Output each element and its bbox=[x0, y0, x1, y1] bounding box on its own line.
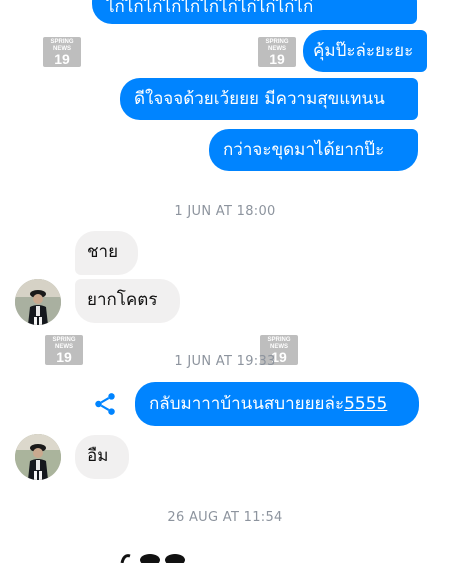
message-text: ไก่ไก่ไก่ไก่ไก่ไก่ไก่ไก่ไก่ไก่ไก่ bbox=[106, 0, 314, 17]
message-text: ยากโคตร bbox=[87, 290, 158, 310]
spring-news-watermark: SPRING NEWS 19 bbox=[258, 37, 296, 67]
message-bubble-outgoing-link[interactable]: กลับมาาาบ้านนสบายยยล่ะ5555 bbox=[135, 382, 419, 426]
timestamp: 26 AUG AT 11:54 bbox=[167, 510, 283, 525]
message-bubble-incoming[interactable]: อืม bbox=[75, 435, 129, 479]
message-text: ชาย bbox=[87, 242, 119, 262]
message-text: กว่าจะขุดมาได้ยากป๊ะ bbox=[223, 140, 385, 160]
spring-news-watermark: SPRING NEWS 19 bbox=[43, 37, 81, 67]
message-bubble-outgoing[interactable]: กว่าจะขุดมาได้ยากป๊ะ bbox=[209, 129, 418, 171]
message-link[interactable]: 5555 bbox=[344, 394, 387, 414]
message-text: คุ้มป๊ะล่ะยะยะ bbox=[313, 41, 414, 61]
share-icon[interactable] bbox=[92, 391, 118, 417]
avatar-photo bbox=[15, 279, 61, 325]
message-text: ดีใจจจด้วยเว้ยยย มีความสุขแทนน bbox=[134, 89, 385, 109]
message-bubble-incoming[interactable]: ชาย bbox=[75, 231, 138, 275]
message-text: กลับมาาาบ้านนสบายยยล่ะ bbox=[149, 394, 345, 414]
contact-avatar[interactable] bbox=[15, 279, 61, 325]
avatar-photo bbox=[15, 434, 61, 480]
timestamp: 1 JUN AT 18:00 bbox=[174, 204, 276, 219]
sticker-partial[interactable] bbox=[120, 548, 190, 563]
message-bubble-outgoing[interactable]: ดีใจจจด้วยเว้ยยย มีความสุขแทนน bbox=[120, 78, 418, 120]
message-bubble-outgoing[interactable]: คุ้มป๊ะล่ะยะยะ bbox=[303, 30, 428, 72]
message-bubble-incoming[interactable]: ยากโคตร bbox=[75, 279, 180, 323]
message-text: อืม bbox=[87, 446, 109, 466]
timestamp: 1 JUN AT 19:33 bbox=[174, 354, 276, 369]
message-bubble-outgoing[interactable]: ไก่ไก่ไก่ไก่ไก่ไก่ไก่ไก่ไก่ไก่ไก่ bbox=[92, 0, 417, 24]
contact-avatar[interactable] bbox=[15, 434, 61, 480]
